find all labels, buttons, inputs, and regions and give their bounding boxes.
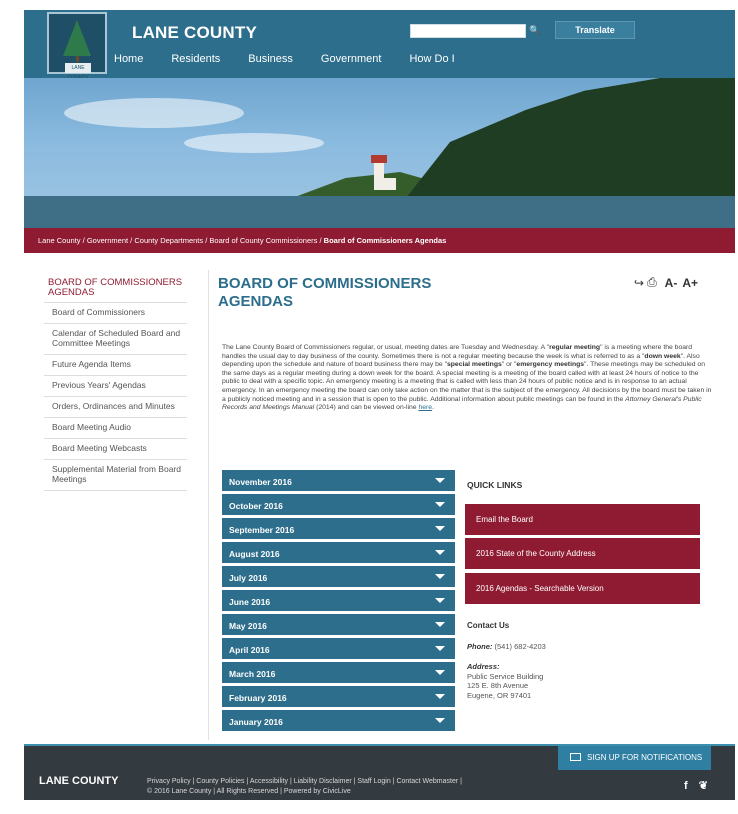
- sidebar-title[interactable]: BOARD OF COMMISSIONERS AGENDAS: [44, 276, 187, 303]
- chevron-down-icon: [435, 670, 445, 675]
- accordion-may-2016[interactable]: May 2016: [222, 614, 455, 635]
- accordion-september-2016[interactable]: September 2016: [222, 518, 455, 539]
- envelope-icon: [570, 753, 581, 761]
- manual-link[interactable]: here: [418, 404, 432, 411]
- signup-notifications-button[interactable]: SIGN UP FOR NOTIFICATIONS: [558, 746, 711, 770]
- footer-link-privacy[interactable]: Privacy Policy: [147, 778, 191, 785]
- email-the-board-button[interactable]: Email the Board: [465, 504, 700, 535]
- tree-icon: [63, 20, 91, 56]
- chevron-down-icon: [435, 574, 445, 579]
- accordion-june-2016[interactable]: June 2016: [222, 590, 455, 611]
- nav-how-do-i[interactable]: How Do I: [409, 53, 454, 65]
- footer-link-accessibility[interactable]: Accessibility: [250, 778, 288, 785]
- accordion-october-2016[interactable]: October 2016: [222, 494, 455, 515]
- sidebar-item-future-agenda-items[interactable]: Future Agenda Items: [44, 355, 187, 376]
- accordion-august-2016[interactable]: August 2016: [222, 542, 455, 563]
- contact-title: Contact Us: [467, 621, 510, 630]
- county-logo[interactable]: LANE COUNTY: [47, 12, 107, 81]
- nav-business[interactable]: Business: [248, 53, 293, 65]
- accordion-january-2016[interactable]: January 2016: [222, 710, 455, 731]
- accordion-november-2016[interactable]: November 2016: [222, 470, 455, 491]
- footer-link-contact-webmaster[interactable]: Contact Webmaster: [396, 778, 458, 785]
- search-input[interactable]: [410, 24, 526, 38]
- chevron-down-icon: [435, 526, 445, 531]
- footer-link-county-policies[interactable]: County Policies: [196, 778, 244, 785]
- footer-links: Privacy Policy | County Policies | Acces…: [147, 778, 462, 795]
- chevron-down-icon: [435, 646, 445, 651]
- page-title: BOARD OF COMMISSIONERS AGENDAS: [218, 275, 432, 310]
- social-links: f ❦: [676, 779, 708, 792]
- breadcrumb-lane-county[interactable]: Lane County: [38, 236, 81, 245]
- chevron-down-icon: [435, 622, 445, 627]
- agendas-searchable-button[interactable]: 2016 Agendas - Searchable Version: [465, 573, 700, 604]
- logo-text: LANE COUNTY: [65, 63, 91, 81]
- sidebar: BOARD OF COMMISSIONERS AGENDAS Board of …: [44, 276, 187, 491]
- sidebar-item-board-of-commissioners[interactable]: Board of Commissioners: [44, 303, 187, 324]
- breadcrumb-current: Board of Commissioners Agendas: [323, 236, 447, 245]
- share-icon[interactable]: ↪: [634, 276, 644, 290]
- accordion-february-2016[interactable]: February 2016: [222, 686, 455, 707]
- decrease-text-size-button[interactable]: A-: [665, 276, 678, 290]
- intro-paragraph: The Lane County Board of Commissioners r…: [222, 344, 712, 412]
- sidebar-item-orders-ordinances-minutes[interactable]: Orders, Ordinances and Minutes: [44, 397, 187, 418]
- contact-phone: Phone: (541) 682-4203: [467, 642, 546, 651]
- sidebar-item-supplemental-material[interactable]: Supplemental Material from Board Meeting…: [44, 460, 187, 491]
- translate-button[interactable]: Translate: [555, 21, 635, 39]
- footer-link-staff-login[interactable]: Staff Login: [357, 778, 390, 785]
- hero-image: [24, 78, 735, 228]
- chevron-down-icon: [435, 550, 445, 555]
- main-nav: Home Residents Business Government How D…: [108, 53, 483, 65]
- sidebar-item-board-meeting-audio[interactable]: Board Meeting Audio: [44, 418, 187, 439]
- facebook-icon[interactable]: f: [684, 780, 688, 792]
- accordion-july-2016[interactable]: July 2016: [222, 566, 455, 587]
- search-icon[interactable]: 🔍: [526, 24, 544, 38]
- breadcrumb: Lane County / Government / County Depart…: [24, 228, 735, 253]
- breadcrumb-board-of-county-commissioners[interactable]: Board of County Commissioners: [209, 236, 317, 245]
- column-divider: [208, 270, 209, 740]
- site-brand[interactable]: LANE COUNTY: [132, 23, 257, 43]
- chevron-down-icon: [435, 478, 445, 483]
- accordion-april-2016[interactable]: April 2016: [222, 638, 455, 659]
- chevron-down-icon: [435, 694, 445, 699]
- sidebar-item-board-meeting-webcasts[interactable]: Board Meeting Webcasts: [44, 439, 187, 460]
- site-header: LANE COUNTY LANE COUNTY Home Residents B…: [24, 10, 735, 81]
- chevron-down-icon: [435, 502, 445, 507]
- chevron-down-icon: [435, 718, 445, 723]
- nav-government[interactable]: Government: [321, 53, 382, 65]
- quick-links-title: QUICK LINKS: [467, 480, 523, 490]
- contact-address: Address: Public Service Building 125 E. …: [467, 662, 544, 700]
- footer-brand: LANE COUNTY: [39, 775, 119, 787]
- increase-text-size-button[interactable]: A+: [682, 276, 698, 290]
- nav-residents[interactable]: Residents: [171, 53, 220, 65]
- footer-link-civiclive[interactable]: Powered by CivicLive: [284, 788, 351, 795]
- accordion-march-2016[interactable]: March 2016: [222, 662, 455, 683]
- sidebar-item-calendar[interactable]: Calendar of Scheduled Board and Committe…: [44, 324, 187, 355]
- footer-link-liability[interactable]: Liability Disclaimer: [294, 778, 352, 785]
- chevron-down-icon: [435, 598, 445, 603]
- breadcrumb-government[interactable]: Government: [87, 236, 128, 245]
- sidebar-item-previous-years-agendas[interactable]: Previous Years' Agendas: [44, 376, 187, 397]
- state-of-county-button[interactable]: 2016 State of the County Address: [465, 538, 700, 569]
- breadcrumb-county-departments[interactable]: County Departments: [134, 236, 203, 245]
- month-accordion: November 2016 October 2016 September 201…: [222, 470, 455, 734]
- print-icon[interactable]: ⎙: [647, 275, 657, 290]
- twitter-icon[interactable]: ❦: [699, 780, 708, 792]
- nav-home[interactable]: Home: [114, 53, 143, 65]
- page-tools: ↪ ⎙ A- A+: [634, 275, 698, 290]
